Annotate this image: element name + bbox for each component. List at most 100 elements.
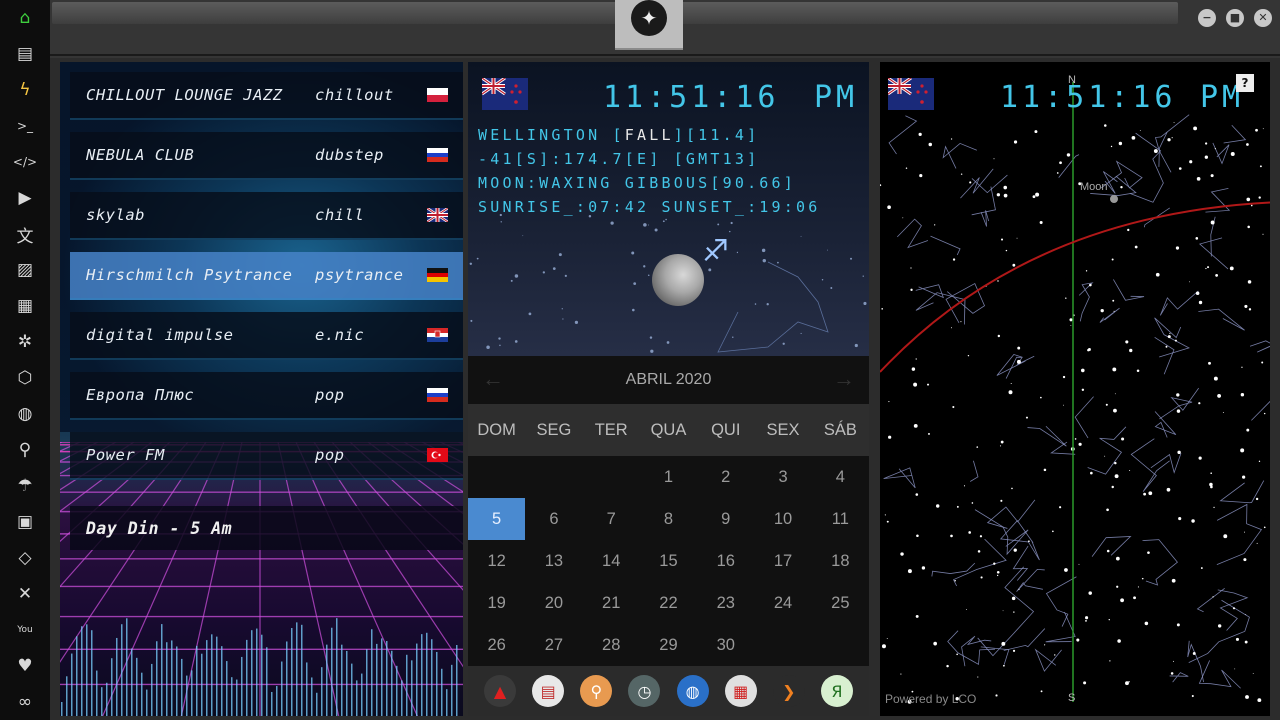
hexagon-icon[interactable]: ⬡: [13, 366, 37, 390]
globe-app-icon[interactable]: ◍: [676, 675, 709, 707]
news-app-icon[interactable]: ▤: [532, 675, 565, 707]
star-dot: [761, 248, 766, 253]
constellation-line: [930, 235, 961, 256]
moon-label: Moon: [1080, 181, 1108, 193]
poland-flag-icon: [427, 88, 448, 102]
star-dot: [1003, 193, 1008, 198]
star-dot: [1178, 517, 1182, 521]
minimize-icon[interactable]: −: [1198, 9, 1216, 27]
station-row[interactable]: CHILLOUT LOUNGE JAZZ chillout: [70, 72, 463, 120]
close-icon[interactable]: ✕: [1254, 9, 1272, 27]
station-row[interactable]: Power FM pop: [70, 432, 463, 480]
help-button[interactable]: ?: [1236, 74, 1254, 92]
calendar-day[interactable]: 13: [525, 540, 582, 582]
clock-app-icon[interactable]: ◷: [628, 675, 661, 707]
calendar-day[interactable]: 8: [640, 498, 697, 540]
star-dot: [732, 336, 734, 338]
calendar-day[interactable]: 4: [812, 456, 869, 498]
heart-icon[interactable]: ♥: [13, 654, 37, 678]
prev-month-button[interactable]: ←: [482, 366, 504, 392]
star-dot: [1144, 621, 1149, 626]
sky-chart[interactable]: [880, 62, 1270, 716]
news-icon[interactable]: ▦: [13, 294, 37, 318]
yandex-app-icon[interactable]: Я: [820, 675, 853, 707]
code-icon[interactable]: </>: [13, 150, 37, 174]
calendar-day[interactable]: 21: [583, 582, 640, 624]
station-row[interactable]: skylab chill: [70, 192, 463, 240]
forward-app-icon[interactable]: ❯: [772, 675, 805, 707]
calendar-day[interactable]: 10: [754, 498, 811, 540]
calendar-week: 26 27 28 29 30: [468, 624, 869, 666]
translate-icon[interactable]: 文: [13, 222, 37, 247]
calendar-day[interactable]: 26: [468, 624, 525, 666]
constellation-line: [1154, 411, 1177, 438]
grid-line: [60, 442, 117, 475]
umbrella-icon[interactable]: ☂: [13, 474, 37, 498]
star-dot: [1214, 148, 1216, 150]
infinity-icon[interactable]: ∞: [13, 690, 37, 714]
calendar-day[interactable]: 22: [640, 582, 697, 624]
image-icon[interactable]: ▨: [13, 258, 37, 282]
star-dot: [1088, 591, 1092, 595]
document-icon[interactable]: ▤: [13, 42, 37, 66]
globe-icon[interactable]: ◍: [13, 402, 37, 426]
calendar-day[interactable]: 27: [525, 624, 582, 666]
calendar-day[interactable]: 9: [697, 498, 754, 540]
star-dot: [1035, 192, 1040, 197]
calendar-day[interactable]: 24: [754, 582, 811, 624]
youtube-icon[interactable]: You: [13, 618, 37, 642]
constellation-line: [999, 519, 1040, 561]
station-row[interactable]: digital impulse e.nic: [70, 312, 463, 360]
calendar-day[interactable]: 17: [754, 540, 811, 582]
next-month-button[interactable]: →: [833, 366, 855, 392]
search-icon[interactable]: ⚲: [13, 438, 37, 462]
station-row[interactable]: NEBULA CLUB dubstep: [70, 132, 463, 180]
calendar-day[interactable]: 12: [468, 540, 525, 582]
calendar-day[interactable]: 18: [812, 540, 869, 582]
calendar-day[interactable]: 20: [525, 582, 582, 624]
crossed-arrows-icon[interactable]: ✕: [13, 582, 37, 606]
calendar-day[interactable]: 19: [468, 582, 525, 624]
star-dot: [888, 435, 892, 439]
calendar-day[interactable]: 28: [583, 624, 640, 666]
maximize-icon[interactable]: ■: [1226, 9, 1244, 27]
tag-icon[interactable]: ◇: [13, 546, 37, 570]
search-app-icon[interactable]: ⚲: [580, 675, 613, 707]
calendar-day[interactable]: 14: [583, 540, 640, 582]
calendar-day[interactable]: 11: [812, 498, 869, 540]
star-dot: [1223, 534, 1228, 539]
calendar-day[interactable]: 30: [697, 624, 754, 666]
station-row[interactable]: Hirschmilch Psytrance psytrance: [70, 252, 463, 300]
calendar-day[interactable]: 7: [583, 498, 640, 540]
calendar-day[interactable]: 29: [640, 624, 697, 666]
aperture-icon[interactable]: ✲: [13, 330, 37, 354]
station-genre: pop: [315, 446, 345, 464]
star-dot: [1217, 394, 1222, 398]
lightning-icon[interactable]: ϟ: [13, 78, 37, 102]
star-dot: [1171, 578, 1176, 583]
calendar-day[interactable]: 6: [525, 498, 582, 540]
calendar-day[interactable]: 23: [697, 582, 754, 624]
calendar-day[interactable]: 1: [640, 456, 697, 498]
equalizer-bar: [226, 661, 228, 716]
logo-tab[interactable]: ✦: [615, 0, 683, 50]
station-row[interactable]: Европа Плюс pop: [70, 372, 463, 420]
calendar-day[interactable]: 2: [697, 456, 754, 498]
arrow-up-app-icon[interactable]: ▲: [484, 675, 517, 707]
constellation-line: [1198, 660, 1241, 689]
calendar-day[interactable]: 25: [812, 582, 869, 624]
equalizer-bar: [266, 647, 268, 716]
star-dot: [887, 205, 891, 210]
play-icon[interactable]: ▶: [13, 186, 37, 210]
calendar-day[interactable]: 16: [697, 540, 754, 582]
star-dot: [997, 334, 1001, 338]
home-icon[interactable]: ⌂: [13, 6, 37, 30]
calendar-day[interactable]: 5: [468, 498, 526, 540]
terminal-icon[interactable]: >_: [13, 114, 37, 138]
contact-icon[interactable]: ▣: [13, 510, 37, 534]
star-dot: [1217, 624, 1222, 628]
calendar-app-icon[interactable]: ▦: [724, 675, 757, 707]
calendar-day[interactable]: 15: [640, 540, 697, 582]
calendar-day[interactable]: 3: [754, 456, 811, 498]
star-dot: [1039, 221, 1043, 225]
